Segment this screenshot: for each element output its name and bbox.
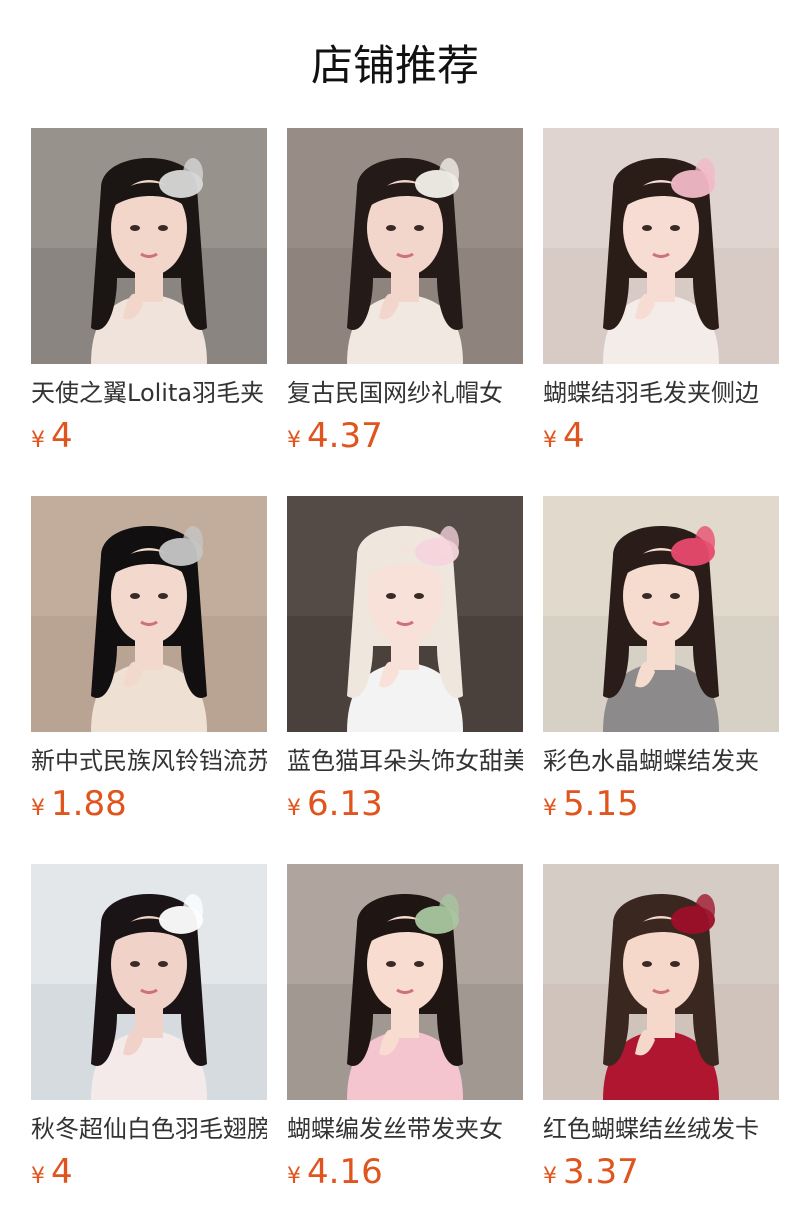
currency-symbol: ¥ [543,428,557,453]
currency-symbol: ¥ [31,428,45,453]
product-name[interactable]: 彩色水晶蝴蝶结发夹 [543,744,779,778]
product-photo [287,864,523,1100]
product-card[interactable]: 蝴蝶编发丝带发夹女 ¥4.16 [287,864,523,1232]
product-photo [543,496,779,732]
product-price: ¥3.37 [543,1150,779,1194]
product-photo [31,128,267,364]
currency-symbol: ¥ [31,1164,45,1189]
price-value: 5.15 [563,784,639,824]
currency-symbol: ¥ [543,796,557,821]
product-price: ¥4.37 [287,414,523,458]
price-value: 4 [563,416,585,456]
product-price: ¥4.16 [287,1150,523,1194]
product-price: ¥4 [31,414,267,458]
product-image[interactable] [287,128,523,364]
product-image[interactable] [287,496,523,732]
product-photo [31,864,267,1100]
product-name[interactable]: 新中式民族风铃铛流苏 [31,744,267,778]
product-name[interactable]: 复古民国网纱礼帽女 [287,376,523,410]
product-name[interactable]: 蝴蝶编发丝带发夹女 [287,1112,523,1146]
section-title: 店铺推荐 [310,41,479,90]
product-image[interactable] [31,864,267,1100]
currency-symbol: ¥ [287,796,301,821]
product-image[interactable] [31,128,267,364]
product-name[interactable]: 红色蝴蝶结丝绒发卡 [543,1112,779,1146]
product-card[interactable]: 天使之翼Lolita羽毛夹 ¥4 [31,128,267,496]
product-photo [543,864,779,1100]
product-price: ¥6.13 [287,782,523,826]
product-card[interactable]: 秋冬超仙白色羽毛翅膀 ¥4 [31,864,267,1232]
product-grid: 天使之翼Lolita羽毛夹 ¥4 复古民国网纱礼帽女 ¥4.37 蝴蝶结羽毛发夹… [31,128,779,1232]
product-photo [287,128,523,364]
product-photo [287,496,523,732]
product-price: ¥4 [543,414,779,458]
product-photo [31,496,267,732]
product-card[interactable]: 彩色水晶蝴蝶结发夹 ¥5.15 [543,496,779,864]
product-image[interactable] [287,864,523,1100]
product-price: ¥1.88 [31,782,267,826]
price-value: 4.16 [307,1152,383,1192]
product-image[interactable] [31,496,267,732]
currency-symbol: ¥ [543,1164,557,1189]
currency-symbol: ¥ [287,428,301,453]
product-name[interactable]: 天使之翼Lolita羽毛夹 [31,376,267,410]
product-image[interactable] [543,128,779,364]
product-price: ¥4 [31,1150,267,1194]
price-value: 4.37 [307,416,383,456]
price-value: 4 [51,1152,73,1192]
currency-symbol: ¥ [287,1164,301,1189]
product-card[interactable]: 蓝色猫耳朵头饰女甜美 ¥6.13 [287,496,523,864]
product-card[interactable]: 新中式民族风铃铛流苏 ¥1.88 [31,496,267,864]
product-photo [543,128,779,364]
product-price: ¥5.15 [543,782,779,826]
currency-symbol: ¥ [31,796,45,821]
product-card[interactable]: 复古民国网纱礼帽女 ¥4.37 [287,128,523,496]
product-card[interactable]: 红色蝴蝶结丝绒发卡 ¥3.37 [543,864,779,1232]
product-name[interactable]: 秋冬超仙白色羽毛翅膀 [31,1112,267,1146]
price-value: 1.88 [51,784,127,824]
price-value: 6.13 [307,784,383,824]
page: 店铺推荐 天使之翼Lolita羽毛夹 ¥4 复古民国网纱礼帽女 ¥4.37 蝴蝶… [0,0,790,1232]
product-image[interactable] [543,864,779,1100]
price-value: 3.37 [563,1152,639,1192]
product-name[interactable]: 蝴蝶结羽毛发夹侧边 [543,376,779,410]
product-name[interactable]: 蓝色猫耳朵头饰女甜美 [287,744,523,778]
product-card[interactable]: 蝴蝶结羽毛发夹侧边 ¥4 [543,128,779,496]
price-value: 4 [51,416,73,456]
product-image[interactable] [543,496,779,732]
